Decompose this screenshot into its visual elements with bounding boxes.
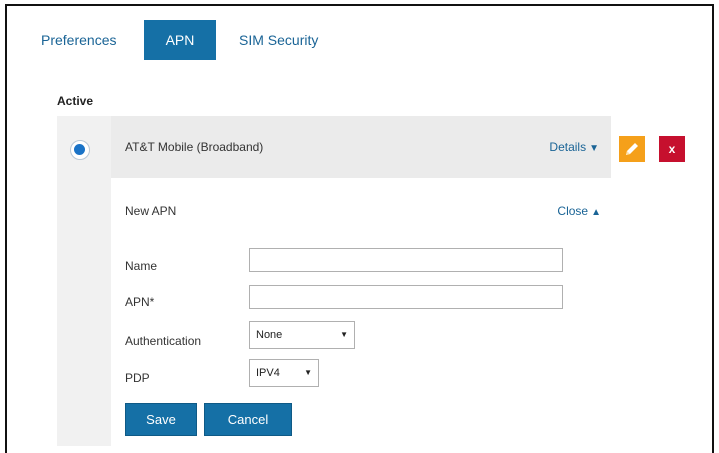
authentication-select[interactable]: None ▼ — [249, 321, 355, 349]
authentication-value: None — [256, 329, 283, 341]
new-apn-form: New APN Close ▲ Name APN* Authentication … — [111, 178, 611, 448]
tab-apn[interactable]: APN — [144, 20, 216, 60]
caret-down-icon: ▼ — [589, 143, 599, 154]
delete-button[interactable]: x — [659, 136, 685, 162]
section-label-active: Active — [57, 94, 94, 108]
apn-list-item: AT&T Mobile (Broadband) Details ▼ — [111, 116, 611, 178]
cancel-button[interactable]: Cancel — [204, 403, 292, 436]
apn-label: APN* — [125, 295, 155, 309]
dropdown-arrow-icon: ▼ — [340, 330, 348, 339]
authentication-label: Authentication — [125, 334, 202, 348]
details-toggle[interactable]: Details ▼ — [549, 116, 599, 180]
close-icon: x — [668, 142, 676, 156]
radio-column — [57, 116, 111, 446]
form-title: New APN — [125, 204, 177, 218]
apn-select-radio[interactable] — [70, 140, 90, 160]
tab-sim-security[interactable]: SIM Security — [223, 20, 334, 60]
apn-input[interactable] — [249, 285, 563, 309]
close-label: Close — [557, 204, 589, 218]
apn-entry-name: AT&T Mobile (Broadband) — [125, 140, 264, 154]
window-frame: Preferences APN SIM Security Active AT&T… — [5, 4, 714, 453]
pdp-value: IPV4 — [256, 367, 280, 379]
dropdown-arrow-icon: ▼ — [304, 368, 312, 377]
pdp-label: PDP — [125, 371, 150, 385]
close-link[interactable]: Close ▲ — [557, 204, 601, 218]
edit-button[interactable] — [619, 136, 645, 162]
name-label: Name — [125, 259, 158, 273]
caret-up-icon: ▲ — [591, 207, 601, 218]
tab-preferences[interactable]: Preferences — [25, 20, 132, 60]
save-button[interactable]: Save — [125, 403, 197, 436]
name-input[interactable] — [249, 248, 563, 272]
pdp-select[interactable]: IPV4 ▼ — [249, 359, 319, 387]
details-label: Details — [549, 140, 587, 154]
pencil-icon — [626, 143, 638, 155]
